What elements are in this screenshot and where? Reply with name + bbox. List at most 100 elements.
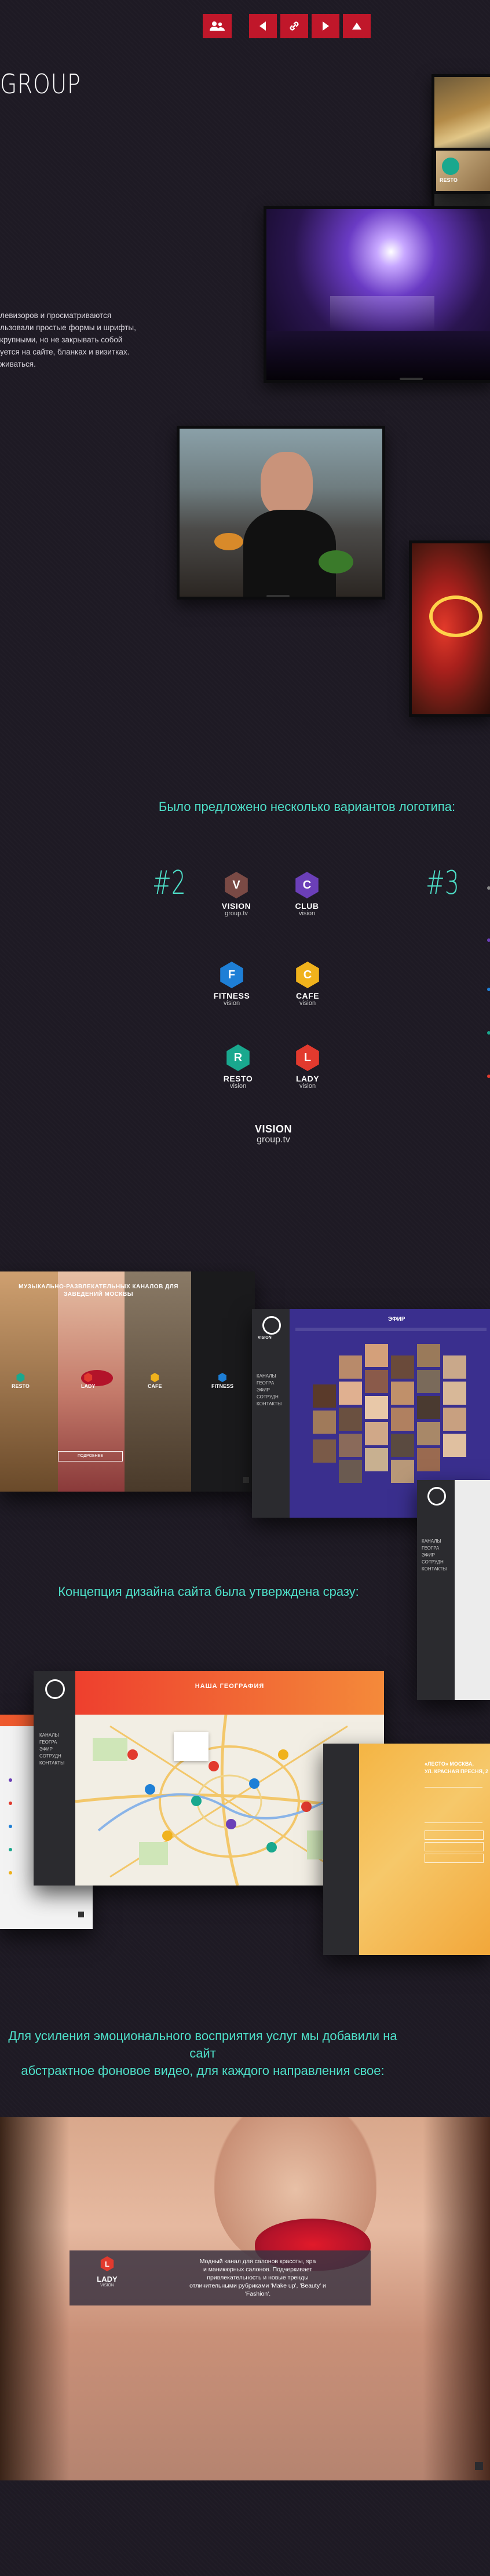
nav-item[interactable]: КАНАЛЫ	[422, 1538, 447, 1545]
nav-item[interactable]: КОНТАКТЫ	[257, 1401, 281, 1408]
photo-tile[interactable]	[339, 1408, 362, 1431]
nav-item[interactable]: КАНАЛЫ	[257, 1373, 281, 1380]
nav-item[interactable]: ГЕОГРА	[39, 1739, 64, 1746]
tv-badge: RESTO	[440, 177, 458, 183]
photo-tile[interactable]	[339, 1434, 362, 1457]
tv-stand	[266, 595, 290, 597]
photo-tile[interactable]	[443, 1408, 466, 1431]
photo-tile[interactable]	[313, 1384, 336, 1408]
tv-stand	[400, 378, 423, 380]
nav-item[interactable]: КОНТАКТЫ	[39, 1760, 64, 1767]
caption-text: Модный канал для салонов красоты, spa и …	[189, 2258, 326, 2297]
background-video[interactable]: L LADY VISION Модный канал для салонов к…	[0, 2117, 490, 2480]
photo-tile[interactable]	[313, 1411, 336, 1434]
variant-3-mark	[487, 1031, 490, 1035]
photo-tile[interactable]	[391, 1434, 414, 1457]
next-arrow-icon[interactable]	[243, 1477, 249, 1483]
photo-tile[interactable]	[365, 1396, 388, 1419]
photo-tile[interactable]	[339, 1382, 362, 1405]
geo-header	[75, 1671, 384, 1715]
logo-cafe: C CAFE vision	[273, 962, 342, 1007]
photo-tile[interactable]	[443, 1382, 466, 1405]
vision-logo-icon	[262, 1316, 281, 1335]
arrow-right-icon	[323, 21, 329, 31]
nav-item[interactable]: ЭФИР	[422, 1552, 447, 1559]
next-button[interactable]	[312, 14, 339, 38]
link-icon	[290, 21, 299, 31]
intro-line: уется на сайте, бланках и визитках.	[0, 347, 130, 356]
scroll-top-button[interactable]	[343, 14, 371, 38]
logo-resto: R RESTO vision	[203, 1044, 273, 1090]
photo-tile[interactable]	[365, 1344, 388, 1367]
prev-button[interactable]	[249, 14, 277, 38]
variant-3-mark	[487, 886, 490, 890]
panel-lady: LADY	[81, 1373, 96, 1389]
photo-tile[interactable]	[417, 1448, 440, 1471]
panel-fitness: FITNESS	[211, 1373, 233, 1389]
nav-item[interactable]: СОТРУДН	[257, 1394, 281, 1401]
intro-line: левизоров и просматриваются	[0, 311, 112, 320]
nav-item[interactable]: ЭФИР	[257, 1387, 281, 1394]
more-button[interactable]: ПОДРОБНЕЕ	[58, 1451, 123, 1461]
geo-title: НАША ГЕОГРАФИЯ	[195, 1683, 265, 1690]
tv-screen-resto: RESTO	[433, 148, 490, 194]
variant-2-label: #2	[152, 864, 186, 902]
team-button[interactable]	[203, 14, 232, 38]
photo-tile[interactable]	[417, 1396, 440, 1419]
lady-logo: L LADY VISION	[93, 2256, 122, 2288]
photo-tile[interactable]	[417, 1344, 440, 1367]
tv-screen-kitchen	[177, 426, 385, 600]
nav-item[interactable]: ГЕОГРА	[422, 1545, 447, 1552]
photo-tile[interactable]	[339, 1460, 362, 1483]
panel-cafe: CAFE	[148, 1373, 162, 1389]
photo-tile[interactable]	[391, 1408, 414, 1431]
nav-item[interactable]: КАНАЛЫ	[39, 1732, 64, 1739]
video-title-line: абстрактное фоновое видео, для каждого н…	[21, 2063, 385, 2078]
mockup-address: «ЛЕСТО» МОСКВА, УЛ. КРАСНАЯ ПРЕСНЯ, 2	[323, 1744, 490, 1955]
photo-tile[interactable]	[443, 1434, 466, 1457]
photo-tile[interactable]	[365, 1370, 388, 1393]
nav-item[interactable]: СОТРУДН	[39, 1753, 64, 1760]
photo-tile[interactable]	[391, 1355, 414, 1379]
photo-tile[interactable]	[391, 1460, 414, 1483]
address-line: «ЛЕСТО» МОСКВА,	[425, 1761, 474, 1767]
nav-item[interactable]: СОТРУДН	[422, 1559, 447, 1566]
tv-screen-food	[409, 540, 490, 717]
photo-tile[interactable]	[443, 1355, 466, 1379]
photo-tile[interactable]	[339, 1355, 362, 1379]
hex-icon: L	[100, 2256, 114, 2271]
logo-fitness: F FITNESS vision	[197, 962, 266, 1007]
efir-title: ЭФИР	[388, 1316, 405, 1322]
photo-tile[interactable]	[391, 1382, 414, 1405]
nav-item[interactable]: ЭФИР	[39, 1746, 64, 1753]
logo-club: C CLUB vision	[272, 872, 342, 918]
mockup-sidebar: VISION КАНАЛЫ ГЕОГРА ЭФИР СОТРУДН КОНТАК…	[252, 1309, 290, 1518]
photo-tile[interactable]	[313, 1439, 336, 1463]
intro-line: льзовали простые формы и шрифты,	[0, 323, 136, 332]
address-line: УЛ. КРАСНАЯ ПРЕСНЯ, 2	[425, 1769, 488, 1774]
photo-tile[interactable]	[417, 1422, 440, 1445]
nav-item[interactable]: КОНТАКТЫ	[422, 1566, 447, 1573]
hex-icon: C	[295, 872, 319, 898]
link-button[interactable]	[280, 14, 308, 38]
map-popup	[174, 1732, 209, 1761]
hex-icon: C	[296, 962, 319, 988]
mockup-sidebar-overlay: КАНАЛЫ ГЕОГРА ЭФИР СОТРУДН КОНТАКТЫ	[417, 1480, 490, 1700]
intro-line: крупными, но не закрывать собой	[0, 335, 123, 344]
nav-item[interactable]: ГЕОГРА	[257, 1380, 281, 1387]
mockup-heading: МУЗЫКАЛЬНО-РАЗВЛЕКАТЕЛЬНЫХ КАНАЛОВ ДЛЯ З…	[19, 1284, 178, 1298]
arrow-left-icon	[259, 21, 266, 31]
logo-lady: L LADY vision	[273, 1044, 342, 1090]
photo-tile[interactable]	[365, 1448, 388, 1471]
variant-3-mark	[487, 938, 490, 942]
video-title-line: Для усиления эмоционального восприятия у…	[8, 2029, 397, 2060]
concept-title: Концепция дизайна сайта была утверждена …	[58, 1584, 359, 1599]
next-arrow-icon[interactable]	[78, 1912, 84, 1917]
mockup-channels: МУЗЫКАЛЬНО-РАЗВЛЕКАТЕЛЬНЫХ КАНАЛОВ ДЛЯ З…	[0, 1271, 255, 1492]
hex-icon: L	[296, 1044, 319, 1071]
brand-title: GROUP	[0, 68, 81, 100]
photo-tile[interactable]	[417, 1370, 440, 1393]
next-arrow-icon[interactable]	[475, 2462, 483, 2470]
variant-3-mark	[487, 988, 490, 991]
photo-tile[interactable]	[365, 1422, 388, 1445]
